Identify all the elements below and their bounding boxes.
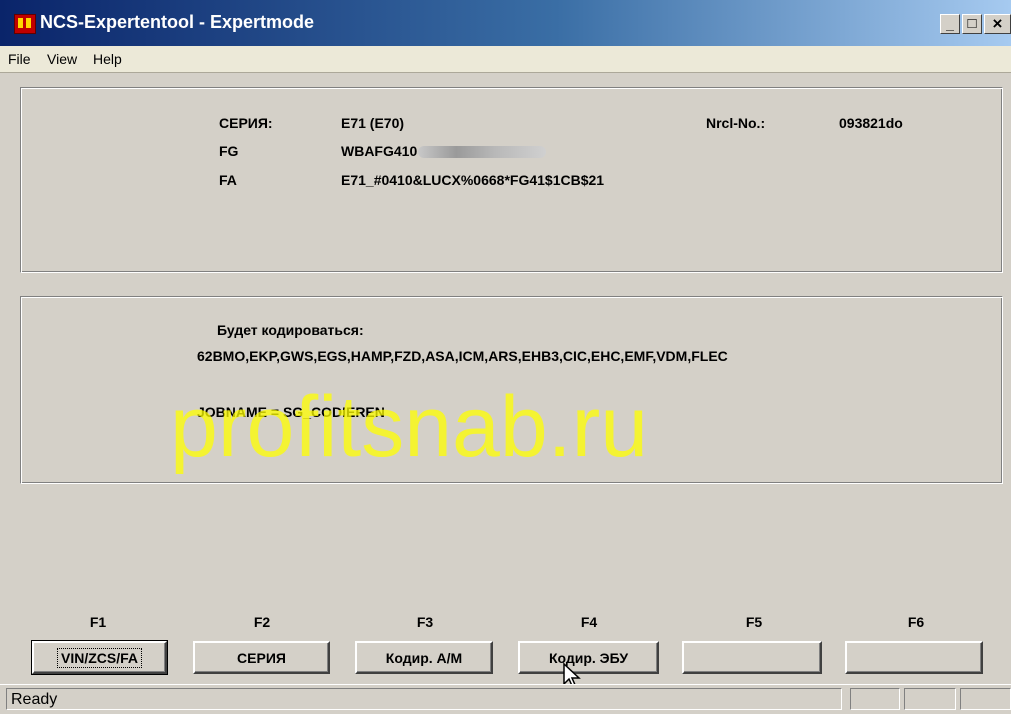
menu-file[interactable]: File (8, 51, 31, 67)
nrcl-label: Nrcl-No.: (706, 115, 766, 131)
menu-bar: File View Help (0, 46, 1011, 73)
fkey-label-f4: F4 (580, 614, 598, 630)
coding-panel: Будет кодироваться: 62BMO,EKP,GWS,EGS,HA… (20, 296, 1003, 484)
fkey-label-f1: F1 (89, 614, 107, 630)
vehicle-info-panel: СЕРИЯ: E71 (E70) FG WBAFG410 FA E71_#041… (20, 87, 1003, 273)
jobname: JOBNAME = SG_CODIEREN (197, 404, 385, 420)
coding-modules: 62BMO,EKP,GWS,EGS,HAMP,FZD,ASA,ICM,ARS,E… (197, 348, 728, 364)
fg-value-wrap: WBAFG410 (341, 143, 547, 159)
fa-value: E71_#0410&LUCX%0668*FG41$1CB$21 (341, 172, 605, 188)
f1-button-label: VIN/ZCS/FA (56, 647, 142, 668)
fg-value: WBAFG410 (341, 143, 418, 159)
f2-button[interactable]: СЕРИЯ (193, 641, 330, 674)
fkey-label-f3: F3 (416, 614, 434, 630)
close-button[interactable]: × (984, 14, 1011, 34)
menu-help[interactable]: Help (93, 51, 122, 67)
minimize-button[interactable]: _ (940, 14, 960, 34)
app-icon[interactable] (14, 14, 36, 34)
menu-view[interactable]: View (47, 51, 77, 67)
coding-heading: Будет кодироваться: (217, 322, 364, 338)
status-bar: Ready (0, 684, 1011, 714)
f1-button[interactable]: VIN/ZCS/FA (31, 640, 168, 675)
f6-button[interactable] (845, 641, 983, 674)
status-pane-1 (850, 688, 900, 710)
series-value: E71 (E70) (341, 115, 405, 131)
window-title: NCS-Expertentool - Expertmode (40, 12, 315, 32)
maximize-button[interactable]: □ (962, 14, 982, 34)
nrcl-value: 093821do (839, 115, 903, 131)
fkey-label-f2: F2 (253, 614, 271, 630)
redacted-blur (418, 146, 547, 159)
f5-button[interactable] (682, 641, 822, 674)
fa-label: FA (219, 172, 237, 188)
f4-button[interactable]: Кодир. ЭБУ (518, 641, 659, 674)
title-bar[interactable]: NCS-Expertentool - Expertmode _ □ × (0, 0, 1011, 46)
fg-label: FG (219, 143, 239, 159)
status-pane-3 (960, 688, 1011, 710)
f3-button[interactable]: Кодир. А/М (355, 641, 493, 674)
fkey-label-f6: F6 (907, 614, 925, 630)
fkey-label-f5: F5 (745, 614, 763, 630)
status-pane-2 (904, 688, 956, 710)
series-label: СЕРИЯ: (219, 115, 273, 131)
status-text: Ready (6, 688, 842, 710)
